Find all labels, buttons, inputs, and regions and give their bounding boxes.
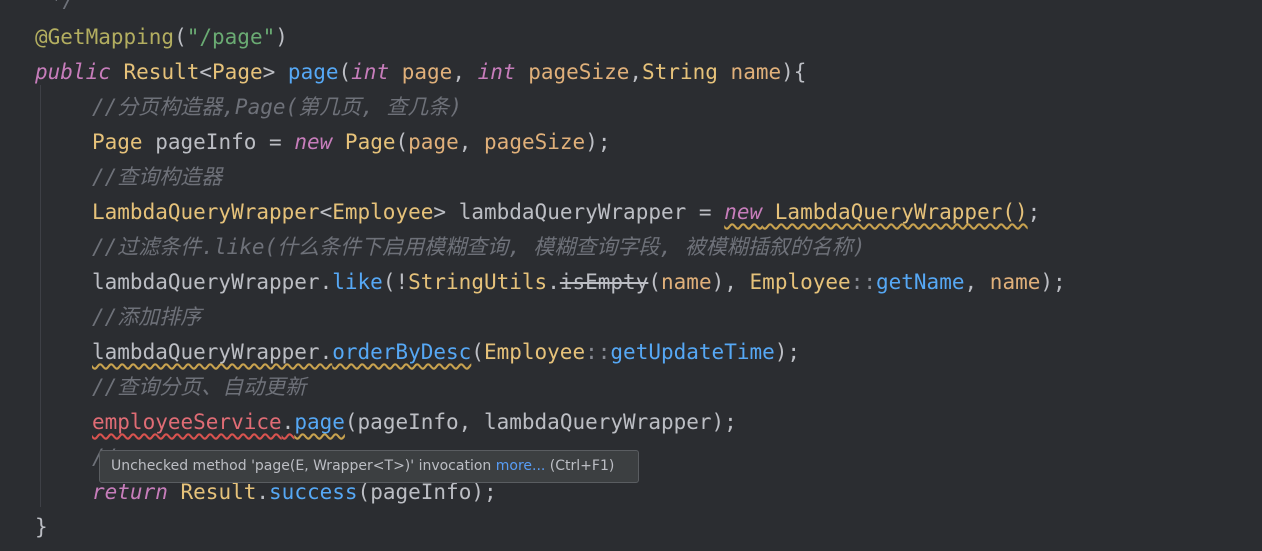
keyword: new — [294, 130, 333, 154]
op: < — [319, 200, 333, 224]
method-call: like — [332, 270, 383, 294]
tooltip-message: Unchecked method 'page(E, Wrapper<T>)' i… — [111, 458, 496, 474]
keyword: int — [351, 60, 390, 84]
code-line-annotation: @GetMapping("/page") — [35, 20, 288, 55]
comment-text: //查询分页、自动更新 — [92, 375, 307, 399]
variable: lambdaQueryWrapper — [446, 200, 687, 224]
type: LambdaQueryWrapper — [92, 200, 320, 224]
paren: ) — [275, 25, 288, 49]
op: > — [262, 60, 276, 84]
op: , — [964, 270, 990, 294]
op: ); — [774, 340, 801, 364]
type: Result — [180, 480, 257, 504]
code-line-pageinfo: Page pageInfo = new Page(page, pageSize)… — [92, 125, 610, 160]
type: StringUtils — [408, 270, 548, 294]
comment-text: //查询构造器 — [92, 165, 223, 189]
param: page — [408, 130, 459, 154]
code-line-comment: //添加排序 — [92, 300, 201, 335]
op: . — [256, 480, 270, 504]
op: . — [281, 410, 295, 434]
param: name — [730, 60, 782, 84]
code-line-comment: //过滤条件.like(什么条件下启用模糊查询, 模糊查询字段, 被模糊插叙的名… — [92, 230, 865, 265]
deprecated-method: isEmpty — [559, 270, 649, 294]
code-line-order: lambdaQueryWrapper.orderByDesc(Employee:… — [92, 335, 800, 370]
code-line-close-brace: } — [35, 510, 48, 545]
param: pageSize — [484, 130, 586, 154]
paren: ( — [174, 25, 187, 49]
tooltip-more-link[interactable]: more... — [496, 458, 546, 474]
op: ( — [338, 60, 352, 84]
op: :: — [585, 340, 611, 364]
method-call: page — [294, 410, 345, 434]
op: ), — [711, 270, 750, 294]
variable: lambdaQueryWrapper. — [92, 340, 333, 364]
op: :: — [850, 270, 876, 294]
keyword: public — [35, 60, 111, 84]
comment-text: */ — [50, 0, 76, 12]
code-line-comment: //查询构造器 — [92, 160, 222, 195]
method-call: success — [269, 480, 358, 504]
type: String — [642, 60, 718, 84]
variable: pageInfo — [155, 130, 257, 154]
type: Result — [123, 60, 200, 84]
op: ( — [395, 130, 409, 154]
comment-text: //分页构造器,Page(第几页, 查几条) — [92, 95, 463, 119]
keyword: int — [477, 60, 516, 84]
op: < — [199, 60, 213, 84]
op: (! — [382, 270, 409, 294]
code-line-wrapper-decl: LambdaQueryWrapper<Employee> lambdaQuery… — [92, 195, 1040, 230]
op: , — [452, 60, 478, 84]
code-line-like: lambdaQueryWrapper.like(!StringUtils.isE… — [92, 265, 1066, 300]
op: ); — [585, 130, 611, 154]
param: page — [401, 60, 453, 84]
keyword: new — [724, 200, 763, 224]
constructor-call: LambdaQueryWrapper() — [762, 200, 1028, 224]
param: pageSize — [528, 60, 630, 84]
op: = — [256, 130, 295, 154]
type: Page — [212, 60, 263, 84]
param: name — [989, 270, 1041, 294]
type: Page — [92, 130, 143, 154]
op: ); — [1040, 270, 1066, 294]
op: ( — [471, 340, 484, 364]
method-ref: getUpdateTime — [610, 340, 775, 364]
method-call: orderByDesc — [332, 340, 472, 364]
code-line-comment: //查询分页、自动更新 — [92, 370, 306, 405]
op: . — [547, 270, 560, 294]
code-line-comment: //分页构造器,Page(第几页, 查几条) — [92, 90, 462, 125]
arguments: (pageInfo); — [357, 480, 497, 504]
type: Employee — [483, 340, 586, 364]
indent-guide — [40, 85, 41, 507]
code-line-comment-end: */ — [50, 0, 75, 18]
code-line-service-page: employeeService.page(pageInfo, lambdaQue… — [92, 405, 737, 440]
op: = — [686, 200, 725, 224]
op: > — [433, 200, 447, 224]
op: ){ — [781, 60, 807, 84]
param: name — [661, 270, 712, 294]
keyword: return — [92, 480, 168, 504]
type: Page — [344, 130, 396, 154]
field-reference: employeeService — [92, 410, 282, 434]
tooltip-shortcut: (Ctrl+F1) — [545, 458, 615, 474]
op: ( — [648, 270, 662, 294]
code-line-method-signature: public Result<Page> page(int page, int p… — [35, 55, 806, 90]
annotation: @GetMapping — [35, 25, 175, 49]
comment-text: //过滤条件.like(什么条件下启用模糊查询, 模糊查询字段, 被模糊插叙的名… — [92, 235, 866, 259]
method-ref: getName — [875, 270, 965, 294]
op: . — [319, 270, 333, 294]
op: ; — [1027, 200, 1041, 224]
type: Employee — [749, 270, 851, 294]
brace: } — [35, 515, 48, 539]
inspection-tooltip: Unchecked method 'page(E, Wrapper<T>)' i… — [99, 450, 639, 483]
string-literal: "/page" — [186, 25, 276, 49]
type: Employee — [332, 200, 434, 224]
method-name: page — [287, 60, 339, 84]
variable: lambdaQueryWrapper — [92, 270, 320, 294]
arguments: (pageInfo, lambdaQueryWrapper); — [344, 410, 737, 434]
op: , — [629, 60, 643, 84]
op: , — [458, 130, 485, 154]
comment-text: //添加排序 — [92, 305, 202, 329]
